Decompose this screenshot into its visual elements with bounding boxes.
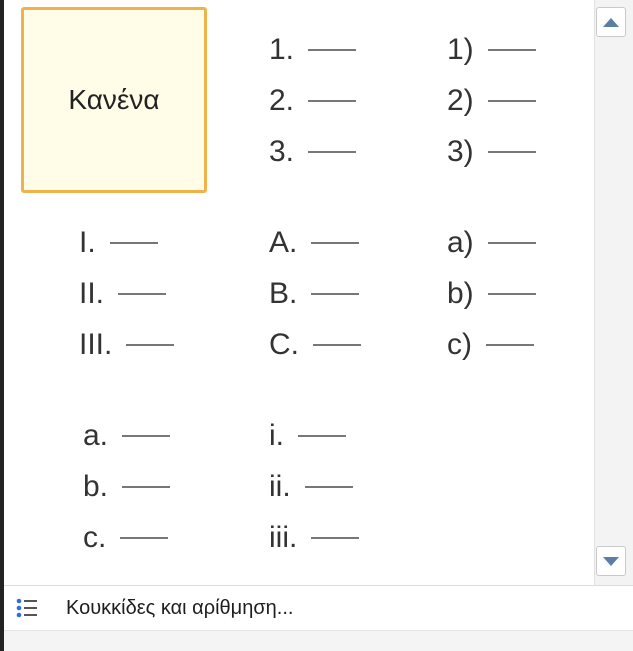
list-line: 1. xyxy=(269,35,357,65)
bullets-and-numbering-label: Κουκκίδες και αρίθμηση... xyxy=(66,596,294,619)
scroll-down-button[interactable] xyxy=(596,546,626,576)
chevron-down-icon xyxy=(603,556,619,566)
list-line: 3) xyxy=(447,137,536,167)
resize-grip-bar xyxy=(4,630,633,651)
list-line: 1) xyxy=(447,35,536,65)
numbering-format-alpha-lower-paren[interactable]: a) b) c) xyxy=(393,200,579,386)
bullets-and-numbering-menu-item[interactable]: Κουκκίδες και αρίθμηση... xyxy=(4,586,633,630)
list-line: iii. xyxy=(269,523,360,553)
chevron-up-icon xyxy=(603,17,619,27)
gallery-scrollbar[interactable] xyxy=(594,0,633,585)
numbering-none-label: Κανένα xyxy=(68,84,160,115)
numbering-format-roman-lower[interactable]: i. ii. iii. xyxy=(207,393,393,579)
list-line: I. xyxy=(79,228,158,258)
list-line: b. xyxy=(83,472,171,502)
list-line: c. xyxy=(83,523,169,553)
list-line: B. xyxy=(269,279,360,309)
list-line: A. xyxy=(269,228,360,258)
list-line: 2) xyxy=(447,86,536,116)
list-line: c) xyxy=(447,330,534,360)
list-line: b) xyxy=(447,279,536,309)
list-line: II. xyxy=(79,279,167,309)
numbering-format-alpha-lower-period[interactable]: a. b. c. xyxy=(21,393,207,579)
list-line: a) xyxy=(447,228,536,258)
numbering-format-roman-upper[interactable]: I. II. III. xyxy=(21,200,207,386)
numbering-format-alpha-upper[interactable]: A. B. C. xyxy=(207,200,393,386)
scroll-up-button[interactable] xyxy=(596,7,626,37)
list-line: ii. xyxy=(269,472,353,502)
numbering-gallery: Κανένα 1. 2. 3. 1) 2) 3) I. II. III. A. … xyxy=(4,0,594,585)
numbering-none-option[interactable]: Κανένα xyxy=(21,7,207,193)
list-bullets-icon xyxy=(4,586,50,630)
list-line: 3. xyxy=(269,137,357,167)
list-line: i. xyxy=(269,421,346,451)
list-line: a. xyxy=(83,421,171,451)
list-line: III. xyxy=(79,330,175,360)
list-line: C. xyxy=(269,330,361,360)
list-line: 2. xyxy=(269,86,357,116)
numbering-format-numeric-period[interactable]: 1. 2. 3. xyxy=(207,7,393,193)
numbering-format-numeric-paren[interactable]: 1) 2) 3) xyxy=(393,7,579,193)
